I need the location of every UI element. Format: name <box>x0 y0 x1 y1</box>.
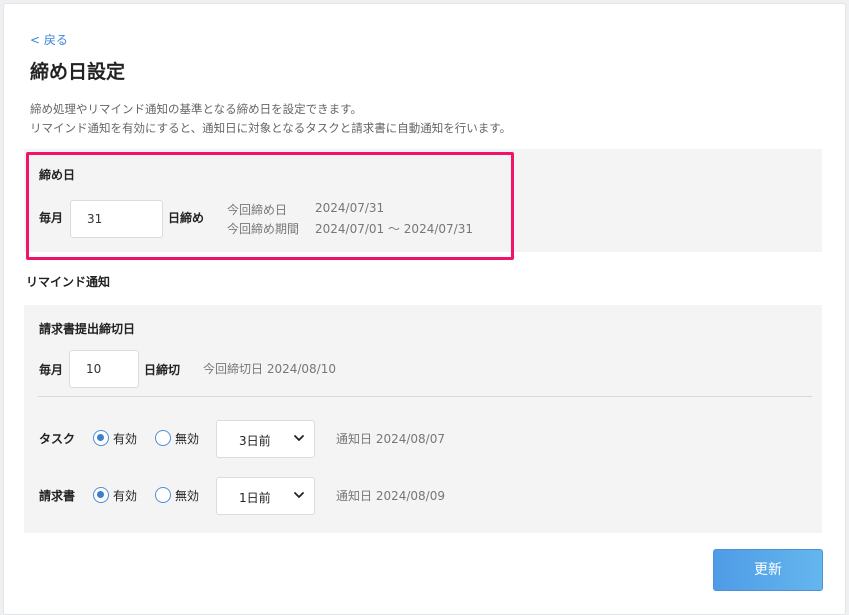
current-deadline-text: 今回締切日 2024/08/10 <box>203 362 336 376</box>
deadline-monthly-prefix: 毎月 <box>39 363 64 377</box>
invoice-enabled-label[interactable]: 有効 <box>113 487 137 504</box>
back-link[interactable]: < 戻る <box>30 31 68 48</box>
task-disabled-radio[interactable] <box>155 430 171 446</box>
deadline-day-input[interactable] <box>69 350 139 388</box>
task-offset-select[interactable]: 3日前 <box>216 420 315 458</box>
invoice-offset-value: 1日前 <box>239 491 271 505</box>
current-closing-period-label: 今回締め期間 <box>227 222 300 236</box>
current-closing-period-value: 2024/07/01 ～ 2024/07/31 <box>315 222 473 236</box>
invoice-notify-text: 通知日 2024/08/09 <box>336 489 445 503</box>
task-offset-value: 3日前 <box>239 434 271 448</box>
closing-monthly-prefix: 毎月 <box>39 211 64 225</box>
invoice-disabled-radio[interactable] <box>155 487 171 503</box>
task-label: タスク <box>39 432 76 446</box>
closing-day-label: 締め日 <box>39 168 76 182</box>
task-enabled-radio[interactable] <box>93 430 109 446</box>
remind-section-title: リマインド通知 <box>26 275 111 289</box>
page-description: 締め処理やリマインド通知の基準となる締め日を設定できます。 リマインド通知を有効… <box>30 100 511 138</box>
task-disabled-label[interactable]: 無効 <box>175 430 199 447</box>
invoice-deadline-label: 請求書提出締切日 <box>39 322 136 336</box>
task-notify-text: 通知日 2024/08/07 <box>336 432 445 446</box>
chevron-down-icon <box>294 435 304 441</box>
invoice-offset-select[interactable]: 1日前 <box>216 477 315 515</box>
page-title: 締め日設定 <box>30 61 126 83</box>
task-enabled-label[interactable]: 有効 <box>113 430 137 447</box>
closing-day-suffix: 日締め <box>168 211 205 225</box>
description-line-2: リマインド通知を有効にすると、通知日に対象となるタスクと請求書に自動通知を行いま… <box>30 121 512 135</box>
update-button[interactable]: 更新 <box>713 549 823 591</box>
description-line-1: 締め処理やリマインド通知の基準となる締め日を設定できます。 <box>30 102 363 116</box>
divider <box>38 396 812 397</box>
invoice-label: 請求書 <box>39 489 76 503</box>
invoice-enabled-radio[interactable] <box>93 487 109 503</box>
current-closing-date-value: 2024/07/31 <box>315 201 385 215</box>
chevron-down-icon <box>294 492 304 498</box>
current-closing-date-label: 今回締め日 <box>227 203 288 217</box>
invoice-disabled-label[interactable]: 無効 <box>175 487 199 504</box>
deadline-day-suffix: 日締切 <box>144 363 181 377</box>
closing-day-input[interactable] <box>70 200 163 238</box>
